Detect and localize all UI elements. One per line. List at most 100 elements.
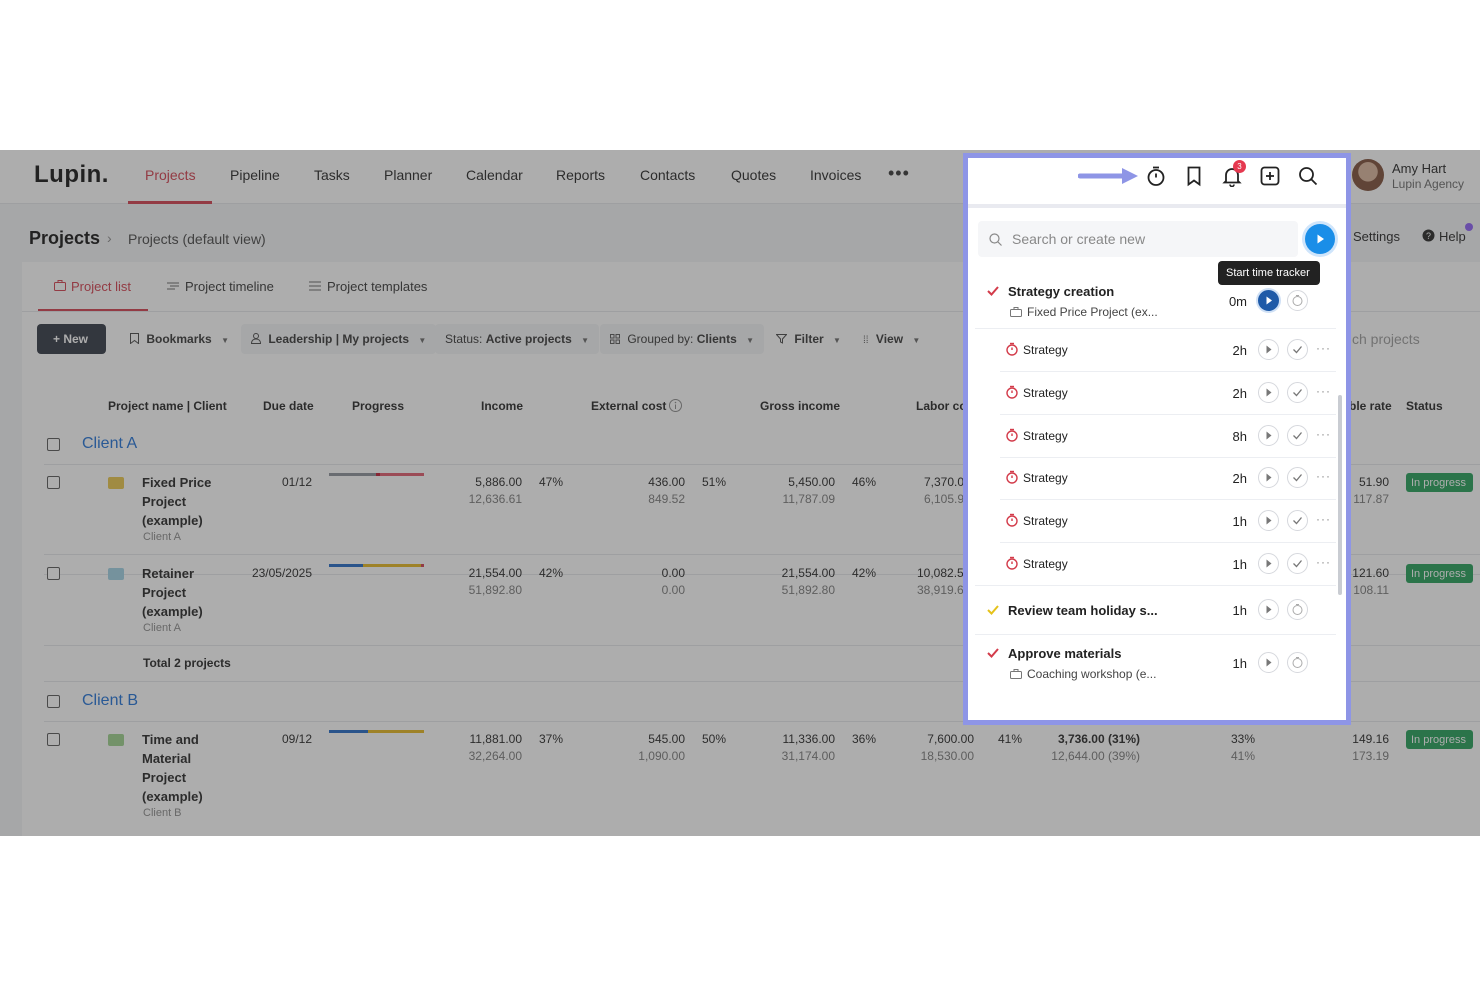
nav-contacts[interactable]: Contacts: [640, 167, 695, 183]
nav-planner[interactable]: Planner: [384, 167, 432, 183]
new-project-button[interactable]: + New: [37, 324, 106, 354]
help-icon[interactable]: ?: [1422, 229, 1435, 242]
bookmark-icon[interactable]: [1183, 165, 1205, 187]
tracker-entry-title[interactable]: Review team holiday s...: [1008, 603, 1158, 618]
start-timer-button[interactable]: [1258, 510, 1279, 531]
more-options-icon[interactable]: ···: [1316, 512, 1331, 526]
tracker-task-title[interactable]: Strategy: [1023, 429, 1068, 443]
settings-link[interactable]: Settings: [1353, 229, 1400, 244]
tab-project-templates[interactable]: Project templates: [327, 279, 427, 294]
start-timer-button[interactable]: [1258, 425, 1279, 446]
tracker-task-title[interactable]: Strategy: [1023, 557, 1068, 571]
col-project-name[interactable]: Project name | Client: [108, 399, 227, 413]
col-status[interactable]: Status: [1406, 399, 1443, 413]
breadcrumb[interactable]: Projects (default view): [128, 231, 266, 247]
group-client-a[interactable]: Client A: [82, 435, 137, 453]
view-dropdown[interactable]: ⁞⁞ View ▼: [863, 332, 920, 346]
user-avatar[interactable]: [1352, 159, 1384, 191]
nav-quotes[interactable]: Quotes: [731, 167, 776, 183]
external-cost-pct: 50%: [702, 732, 727, 746]
help-link[interactable]: Help: [1439, 229, 1466, 244]
play-icon: [1266, 431, 1272, 440]
project-name[interactable]: Retainer Project (example): [142, 564, 232, 621]
start-timer-button[interactable]: [1258, 382, 1279, 403]
nav-reports[interactable]: Reports: [556, 167, 605, 183]
start-timer-button[interactable]: [1258, 599, 1279, 620]
more-options-icon[interactable]: ···: [1316, 469, 1331, 483]
col-due-date[interactable]: Due date: [263, 399, 314, 413]
tracker-task-title[interactable]: Strategy: [1023, 343, 1068, 357]
user-name[interactable]: Amy Hart: [1392, 161, 1446, 176]
more-options-icon[interactable]: ···: [1316, 341, 1331, 355]
tracker-entry-title[interactable]: Approve materials: [1008, 646, 1121, 661]
complete-task-button[interactable]: [1287, 510, 1308, 531]
more-options-icon[interactable]: ···: [1316, 555, 1331, 569]
tracker-entry-title[interactable]: Strategy creation: [1008, 284, 1114, 299]
search-projects-input[interactable]: ch projects: [1352, 331, 1420, 347]
info-icon[interactable]: [669, 399, 682, 412]
col-external-cost[interactable]: External cost: [591, 399, 666, 413]
complete-task-button[interactable]: [1287, 467, 1308, 488]
check-icon: [1293, 517, 1302, 525]
start-timer-button[interactable]: [1258, 290, 1279, 311]
tab-project-timeline[interactable]: Project timeline: [185, 279, 274, 294]
nav-tasks[interactable]: Tasks: [314, 167, 350, 183]
more-nav-icon[interactable]: •••: [888, 163, 910, 184]
leadership-dropdown[interactable]: Leadership | My projects ▼: [241, 324, 437, 354]
entry-divider: [1000, 371, 1336, 372]
col-progress[interactable]: Progress: [352, 399, 404, 413]
row-checkbox[interactable]: [47, 733, 60, 746]
filter-dropdown[interactable]: Filter ▼: [775, 332, 841, 346]
stopwatch-icon: [1292, 295, 1303, 306]
col-income[interactable]: Income: [481, 399, 523, 413]
nav-projects[interactable]: Projects: [145, 167, 196, 183]
chevron-down-icon: ▼: [833, 336, 841, 345]
start-new-timer-button[interactable]: [1305, 224, 1335, 254]
more-options-icon[interactable]: ···: [1316, 384, 1331, 398]
tracker-task-title[interactable]: Strategy: [1023, 514, 1068, 528]
add-square-icon[interactable]: [1259, 165, 1281, 187]
col-billable-rate[interactable]: ble rate: [1349, 399, 1392, 413]
status-dropdown[interactable]: Status: Active projects ▼: [435, 324, 600, 354]
complete-task-button[interactable]: [1287, 382, 1308, 403]
group-client-b[interactable]: Client B: [82, 692, 138, 710]
log-time-button[interactable]: [1287, 599, 1308, 620]
tracker-task-title[interactable]: Strategy: [1023, 471, 1068, 485]
status-badge[interactable]: In progress: [1406, 473, 1473, 492]
complete-task-button[interactable]: [1287, 339, 1308, 360]
start-timer-button[interactable]: [1258, 652, 1279, 673]
project-name[interactable]: Time and Material Project (example): [142, 730, 232, 806]
log-time-button[interactable]: [1287, 290, 1308, 311]
group-checkbox[interactable]: [47, 438, 60, 451]
log-time-button[interactable]: [1287, 652, 1308, 673]
group-checkbox[interactable]: [47, 695, 60, 708]
status-badge[interactable]: In progress: [1406, 564, 1473, 583]
app-logo[interactable]: Lupin.: [34, 161, 109, 189]
status-badge[interactable]: In progress: [1406, 730, 1473, 749]
start-timer-button[interactable]: [1258, 553, 1279, 574]
bookmarks-dropdown[interactable]: Bookmarks ▼: [130, 332, 229, 346]
grouped-value: Clients: [696, 332, 737, 346]
panel-scrollbar[interactable]: [1338, 395, 1342, 595]
col-labor-cost[interactable]: Labor co: [916, 399, 967, 413]
col-gross-income[interactable]: Gross income: [760, 399, 840, 413]
complete-task-button[interactable]: [1287, 553, 1308, 574]
stopwatch-icon[interactable]: [1145, 165, 1167, 187]
nav-invoices[interactable]: Invoices: [810, 167, 861, 183]
tab-project-list[interactable]: Project list: [71, 279, 131, 294]
project-name[interactable]: Fixed Price Project (example): [142, 473, 232, 530]
search-icon[interactable]: [1297, 165, 1319, 187]
user-icon: [250, 333, 262, 344]
nav-calendar[interactable]: Calendar: [466, 167, 523, 183]
row-checkbox[interactable]: [47, 476, 60, 489]
nav-pipeline[interactable]: Pipeline: [230, 167, 280, 183]
tracker-task-title[interactable]: Strategy: [1023, 386, 1068, 400]
timer-icon: [1006, 428, 1018, 442]
row-checkbox[interactable]: [47, 567, 60, 580]
start-time-tracker-tooltip: Start time tracker: [1218, 261, 1320, 285]
complete-task-button[interactable]: [1287, 425, 1308, 446]
grouped-by-dropdown[interactable]: Grouped by: Clients ▼: [600, 324, 765, 354]
start-timer-button[interactable]: [1258, 339, 1279, 360]
more-options-icon[interactable]: ···: [1316, 427, 1331, 441]
start-timer-button[interactable]: [1258, 467, 1279, 488]
